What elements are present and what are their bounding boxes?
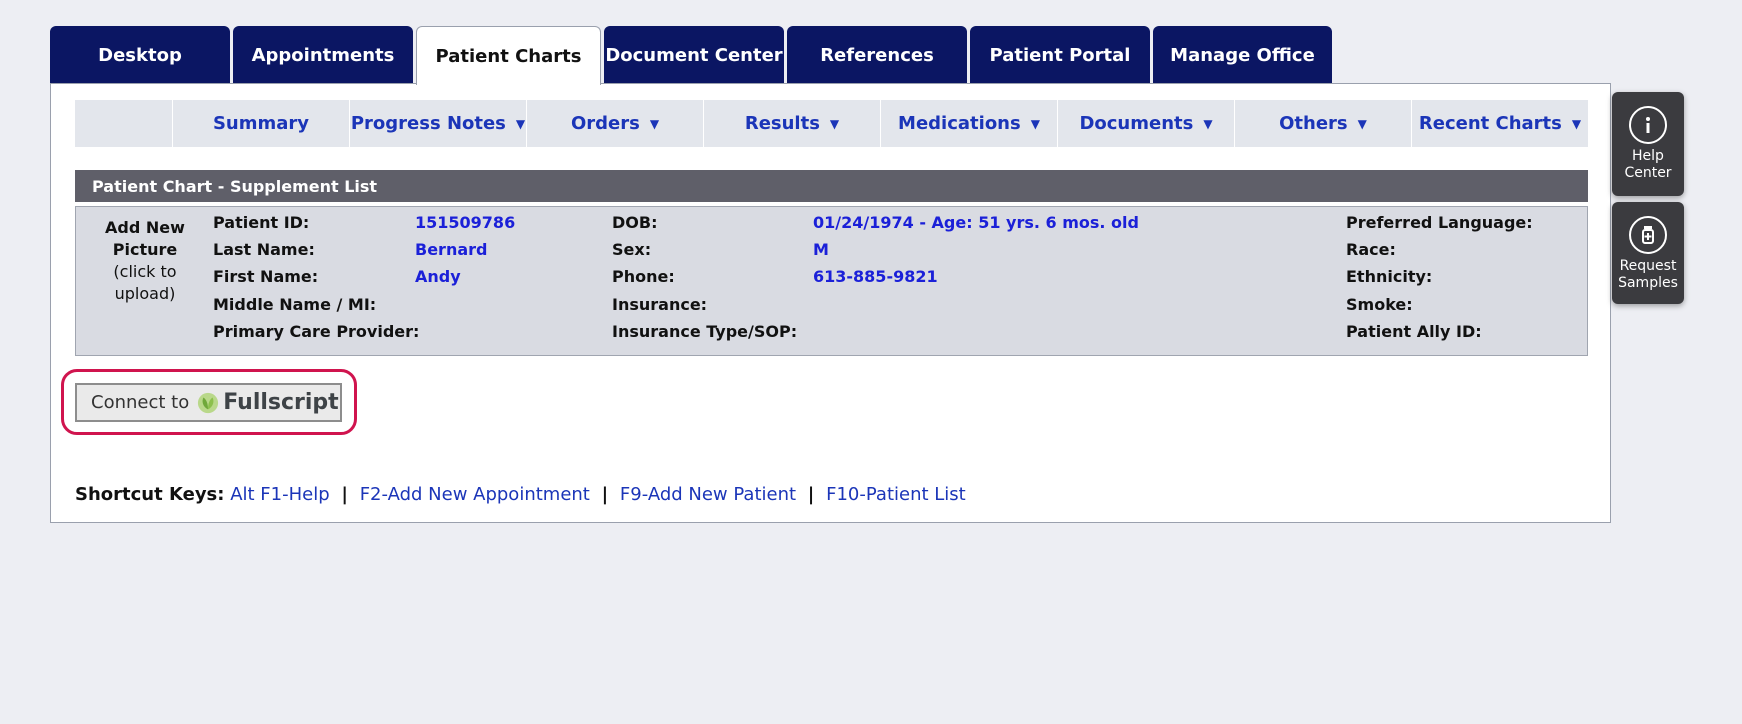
caret-down-icon: ▼ bbox=[1030, 116, 1040, 131]
caret-down-icon: ▼ bbox=[829, 116, 840, 131]
picture-line1: Add New bbox=[105, 218, 185, 237]
first-name-label: First Name: bbox=[213, 267, 319, 286]
fullscript-leaf-icon bbox=[198, 392, 219, 413]
middle-name-label: Middle Name / MI: bbox=[213, 295, 377, 314]
sub-nav-label: Orders bbox=[570, 113, 640, 134]
patient-info-box: Add New Picture (click to upload) Patien… bbox=[75, 206, 1588, 356]
sub-nav-summary[interactable]: Summary bbox=[172, 100, 349, 147]
sub-nav-documents[interactable]: Documents ▼ bbox=[1057, 100, 1234, 147]
separator: | bbox=[807, 484, 815, 505]
insurance-label: Insurance: bbox=[612, 295, 708, 314]
sub-nav-label: Summary bbox=[212, 113, 310, 134]
first-name-value: Andy bbox=[415, 267, 461, 286]
tab-manage-office[interactable]: Manage Office bbox=[1153, 26, 1332, 84]
picture-line3: (click to bbox=[113, 262, 177, 281]
caret-down-icon: ▼ bbox=[1357, 116, 1367, 131]
insurance-type-label: Insurance Type/SOP: bbox=[612, 322, 798, 341]
picture-line4: upload) bbox=[114, 284, 176, 303]
sub-nav-others[interactable]: Others ▼ bbox=[1234, 100, 1411, 147]
last-name-value: Bernard bbox=[415, 240, 488, 259]
caret-down-icon: ▼ bbox=[649, 116, 660, 131]
caret-down-icon: ▼ bbox=[515, 116, 526, 131]
sub-nav-progress-notes[interactable]: Progress Notes ▼ bbox=[349, 100, 526, 147]
request-samples-widget[interactable]: Request Samples bbox=[1612, 202, 1684, 304]
tab-document-center[interactable]: Document Center bbox=[604, 26, 784, 84]
section-title: Patient Chart - Supplement List bbox=[75, 170, 1588, 202]
phone-label: Phone: bbox=[612, 267, 675, 286]
sub-nav-label: Documents bbox=[1079, 113, 1194, 134]
last-name-label: Last Name: bbox=[213, 240, 315, 259]
sub-nav-blank bbox=[75, 100, 172, 147]
pcp-label: Primary Care Provider: bbox=[213, 322, 420, 341]
tab-desktop[interactable]: Desktop bbox=[50, 26, 230, 84]
help-center-widget[interactable]: Help Center bbox=[1612, 92, 1684, 196]
sub-nav-label: Results bbox=[744, 113, 820, 134]
shortcut-patient-list-link[interactable]: F10-Patient List bbox=[826, 484, 966, 505]
sex-value: M bbox=[813, 240, 829, 259]
separator: | bbox=[601, 484, 609, 505]
separator: | bbox=[341, 484, 348, 505]
caret-down-icon: ▼ bbox=[1203, 116, 1213, 131]
sub-nav-label: Progress Notes bbox=[350, 113, 506, 134]
sub-nav-label: Medications bbox=[898, 113, 1021, 134]
request-samples-line1: Request bbox=[1619, 258, 1677, 274]
patient-id-value: 151509786 bbox=[415, 213, 516, 232]
sample-bottle-icon bbox=[1629, 216, 1667, 254]
patient-id-label: Patient ID: bbox=[213, 213, 310, 232]
chart-sub-nav: Summary Progress Notes ▼ Orders ▼ Results ▼… bbox=[75, 100, 1588, 147]
fullscript-brand: Fullscript bbox=[223, 390, 339, 415]
shortcut-keys: Shortcut Keys: Alt F1-Help | F2-Add New … bbox=[75, 484, 966, 505]
picture-line2: Picture bbox=[112, 240, 178, 259]
shortcut-add-appointment-link[interactable]: F2-Add New Appointment bbox=[360, 484, 590, 505]
add-picture-button[interactable]: Add New Picture (click to upload) bbox=[90, 217, 200, 305]
help-center-line1: Help bbox=[1632, 148, 1664, 164]
sex-label: Sex: bbox=[612, 240, 652, 259]
connect-fullscript-button[interactable]: Connect to Fullscript bbox=[75, 383, 342, 422]
shortcut-help-link[interactable]: Alt F1-Help bbox=[230, 484, 329, 505]
sub-nav-label: Recent Charts bbox=[1418, 113, 1562, 134]
sub-nav-recent-charts[interactable]: Recent Charts ▼ bbox=[1411, 100, 1588, 147]
sub-nav-label: Others bbox=[1279, 113, 1348, 134]
phone-value: 613-885-9821 bbox=[813, 267, 938, 286]
shortcut-keys-label: Shortcut Keys: bbox=[75, 484, 225, 505]
shortcut-add-patient-link[interactable]: F9-Add New Patient bbox=[620, 484, 796, 505]
ethnicity-label: Ethnicity: bbox=[1346, 267, 1433, 286]
tab-patient-charts[interactable]: Patient Charts bbox=[416, 26, 601, 85]
smoke-label: Smoke: bbox=[1346, 295, 1413, 314]
race-label: Race: bbox=[1346, 240, 1396, 259]
sub-nav-medications[interactable]: Medications ▼ bbox=[880, 100, 1057, 147]
patient-ally-id-label: Patient Ally ID: bbox=[1346, 322, 1482, 341]
request-samples-line2: Samples bbox=[1618, 275, 1678, 291]
info-icon bbox=[1629, 106, 1667, 144]
patient-chart-panel: Summary Progress Notes ▼ Orders ▼ Results ▼… bbox=[50, 83, 1611, 523]
connect-label: Connect to bbox=[91, 392, 190, 413]
caret-down-icon: ▼ bbox=[1571, 116, 1582, 131]
dob-value: 01/24/1974 - Age: 51 yrs. 6 mos. old bbox=[813, 213, 1139, 232]
sub-nav-orders[interactable]: Orders ▼ bbox=[526, 100, 703, 147]
tab-patient-portal[interactable]: Patient Portal bbox=[970, 26, 1150, 84]
language-label: Preferred Language: bbox=[1346, 213, 1533, 232]
main-tab-bar: Desktop Appointments Patient Charts Docu… bbox=[50, 26, 1335, 85]
tab-appointments[interactable]: Appointments bbox=[233, 26, 413, 84]
dob-label: DOB: bbox=[612, 213, 658, 232]
help-center-line2: Center bbox=[1624, 165, 1672, 181]
tab-references[interactable]: References bbox=[787, 26, 967, 84]
sub-nav-results[interactable]: Results ▼ bbox=[703, 100, 880, 147]
